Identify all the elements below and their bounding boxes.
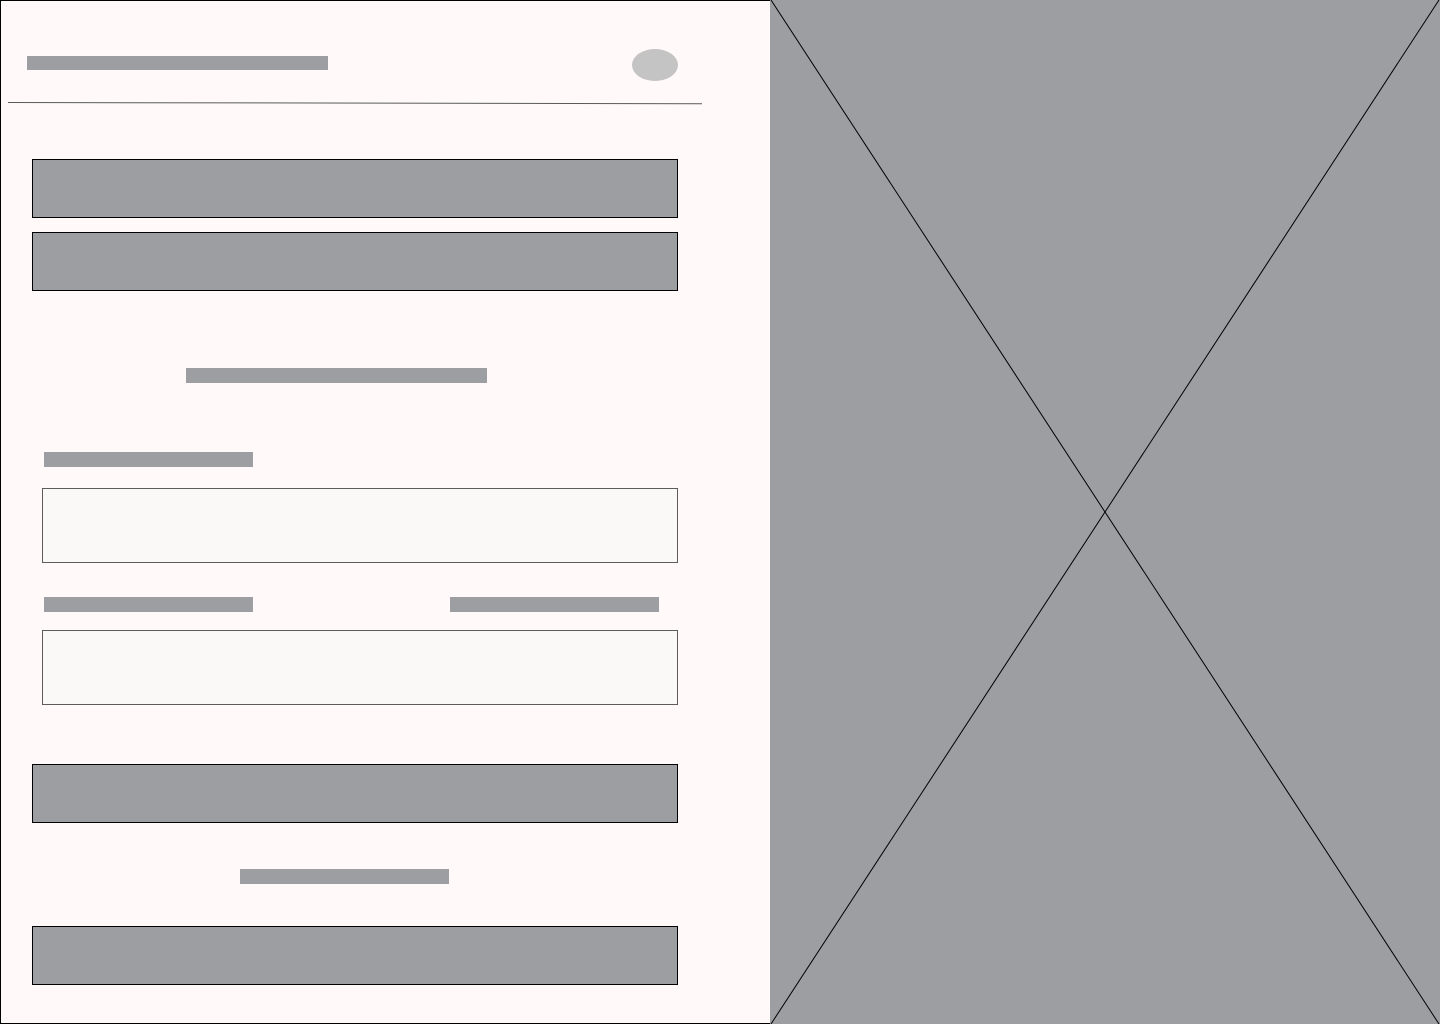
header-divider [7, 102, 702, 105]
form-panel [0, 0, 771, 1024]
primary-button-2[interactable] [32, 232, 678, 291]
field-2-input[interactable] [42, 630, 678, 705]
header-title [27, 56, 328, 70]
field-2-label [44, 597, 253, 612]
footer-text [240, 869, 449, 884]
secondary-button[interactable] [32, 926, 678, 985]
submit-button[interactable] [32, 764, 678, 823]
image-placeholder [770, 0, 1440, 1025]
section-heading [186, 368, 487, 383]
field-1-label [44, 452, 253, 467]
primary-button-1[interactable] [32, 159, 678, 218]
field-1-input[interactable] [42, 488, 678, 563]
image-placeholder-icon [770, 0, 1440, 1025]
avatar[interactable] [632, 49, 678, 81]
field-2-secondary-label [450, 597, 659, 612]
